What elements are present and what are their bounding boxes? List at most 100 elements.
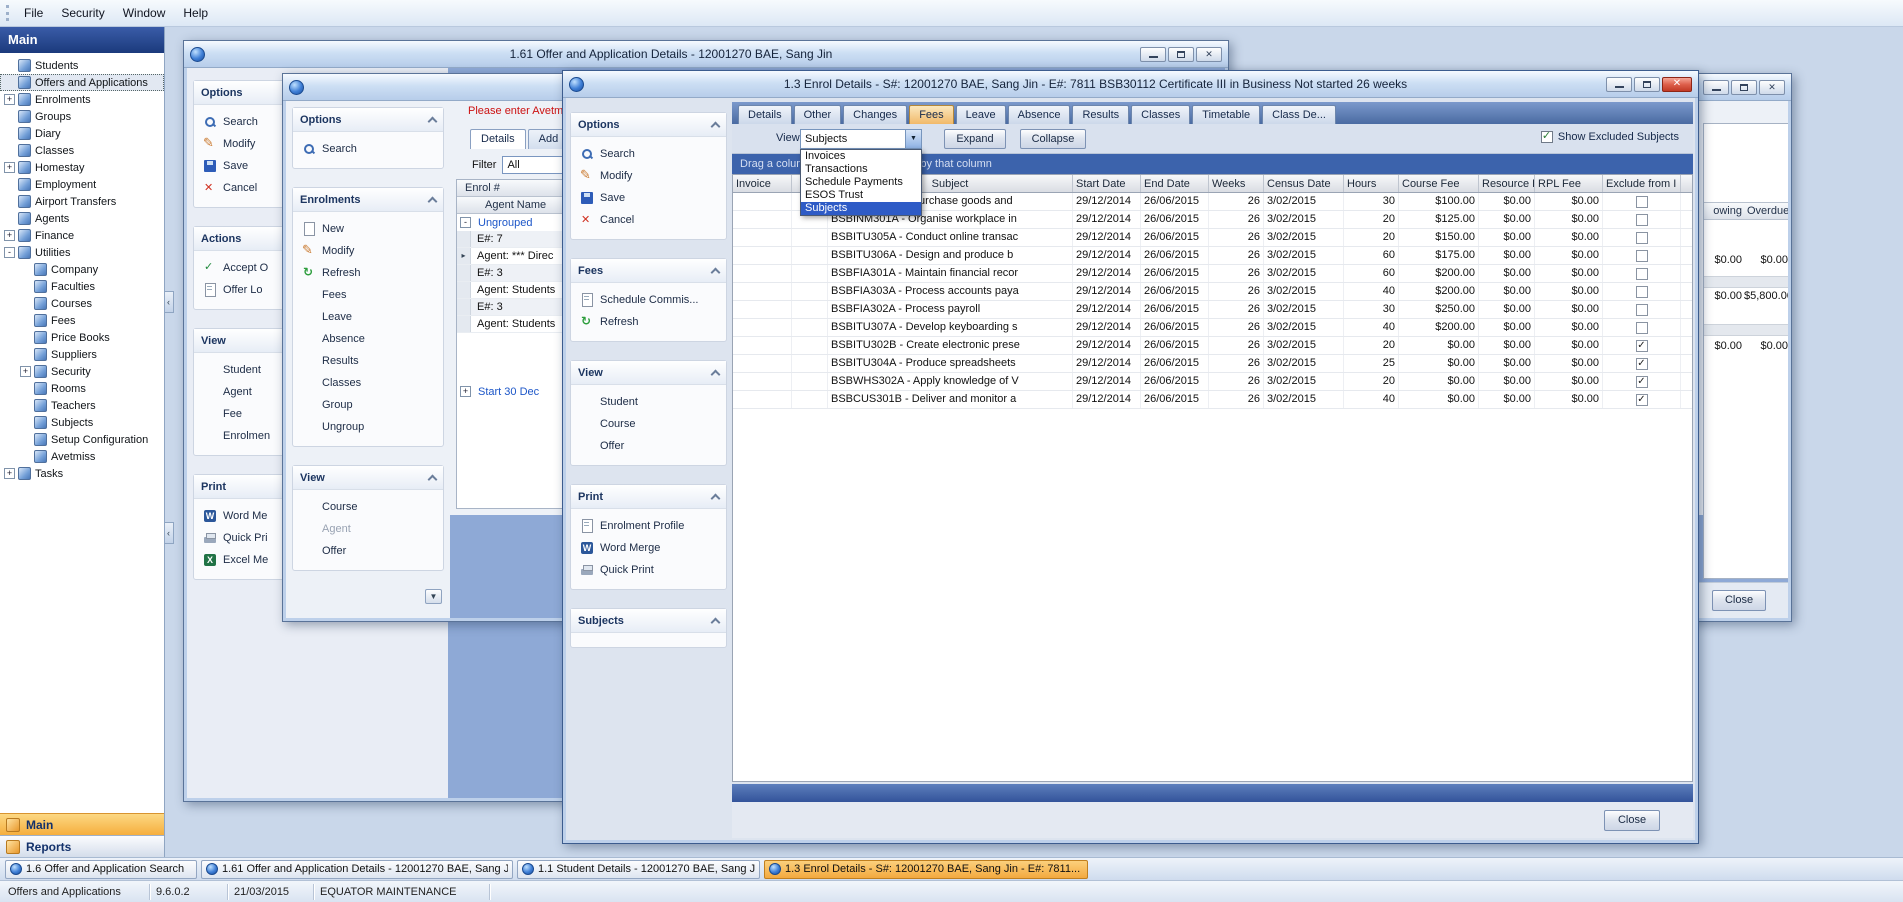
pane-item-leave[interactable]: Leave bbox=[293, 306, 443, 328]
tab-classes[interactable]: Classes bbox=[1131, 105, 1190, 124]
expand-toggle-icon[interactable]: + bbox=[20, 366, 31, 377]
title-bar[interactable]: 1.3 Enrol Details - S#: 12001270 BAE, Sa… bbox=[563, 71, 1698, 98]
minimize-button[interactable] bbox=[1606, 77, 1632, 92]
pane-item-refresh[interactable]: Refresh bbox=[571, 311, 726, 333]
sidebar-item-enrolments[interactable]: +Enrolments bbox=[0, 91, 164, 108]
pane-group-header-subjects[interactable]: Subjects bbox=[571, 609, 726, 633]
column-header-census-date[interactable]: Census Date bbox=[1264, 175, 1344, 192]
expand-toggle-icon[interactable]: + bbox=[4, 162, 15, 173]
sidebar-item-fees[interactable]: Fees bbox=[0, 312, 164, 329]
tab-fees[interactable]: Fees bbox=[909, 105, 953, 124]
expand-toggle-icon[interactable]: - bbox=[4, 247, 15, 258]
tab-timetable[interactable]: Timetable bbox=[1192, 105, 1260, 124]
subject-row[interactable]: BSBITU307A - Develop keyboarding s29/12/… bbox=[733, 319, 1692, 337]
sidebar-item-employment[interactable]: Employment bbox=[0, 176, 164, 193]
pane-group-header-print[interactable]: Print bbox=[571, 485, 726, 509]
sidebar-footer-main[interactable]: Main bbox=[0, 813, 164, 835]
dropdown-option-invoices[interactable]: Invoices bbox=[801, 150, 921, 163]
sidebar-item-offers-and-applications[interactable]: Offers and Applications bbox=[0, 74, 164, 91]
tab-other[interactable]: Other bbox=[794, 105, 842, 124]
sidebar-item-groups[interactable]: Groups bbox=[0, 108, 164, 125]
sidebar-item-security[interactable]: +Security bbox=[0, 363, 164, 380]
exclude-checkbox[interactable] bbox=[1636, 232, 1648, 244]
pane-item-modify[interactable]: Modify bbox=[293, 240, 443, 262]
tab-details[interactable]: Details bbox=[470, 129, 526, 149]
tab-details[interactable]: Details bbox=[738, 105, 792, 124]
pane-item-new[interactable]: New bbox=[293, 218, 443, 240]
expand-toggle-icon[interactable]: + bbox=[460, 386, 471, 397]
pane-group-header-view[interactable]: View bbox=[571, 361, 726, 385]
tab-absence[interactable]: Absence bbox=[1008, 105, 1071, 124]
subject-row[interactable]: BSBITU302B - Create electronic prese29/1… bbox=[733, 337, 1692, 355]
sidebar-item-classes[interactable]: Classes bbox=[0, 142, 164, 159]
menu-help[interactable]: Help bbox=[174, 2, 217, 24]
taskbar-button-2[interactable]: 1.61 Offer and Application Details - 120… bbox=[201, 860, 513, 879]
collapse-button[interactable]: Collapse bbox=[1020, 129, 1086, 149]
sidebar-item-airport-transfers[interactable]: Airport Transfers bbox=[0, 193, 164, 210]
menu-window[interactable]: Window bbox=[114, 2, 175, 24]
subject-row[interactable]: BSBCUS301B - Deliver and monitor a29/12/… bbox=[733, 391, 1692, 409]
taskbar-button-1[interactable]: 1.6 Offer and Application Search bbox=[5, 860, 197, 879]
column-header-start-date[interactable]: Start Date bbox=[1073, 175, 1141, 192]
exclude-checkbox[interactable]: ✓ bbox=[1636, 394, 1648, 406]
maximize-button[interactable] bbox=[1731, 80, 1757, 95]
pane-group-header-enrolments[interactable]: Enrolments bbox=[293, 188, 443, 212]
close-button[interactable]: Close bbox=[1604, 810, 1660, 831]
taskbar-button-4[interactable]: 1.3 Enrol Details - S#: 12001270 BAE, Sa… bbox=[764, 860, 1088, 879]
pane-group-header-options[interactable]: Options bbox=[293, 108, 443, 132]
pane-item-classes[interactable]: Classes bbox=[293, 372, 443, 394]
minimize-button[interactable] bbox=[1703, 80, 1729, 95]
pane-item-save[interactable]: Save bbox=[571, 187, 726, 209]
subject-row[interactable]: BSBFIA303A - Process accounts paya29/12/… bbox=[733, 283, 1692, 301]
sidebar-item-diary[interactable]: Diary bbox=[0, 125, 164, 142]
menu-file[interactable]: File bbox=[15, 2, 52, 24]
column-header-invoice[interactable]: Invoice bbox=[733, 175, 792, 192]
dropdown-option-subjects[interactable]: Subjects bbox=[801, 202, 921, 215]
sidebar-item-utilities[interactable]: -Utilities bbox=[0, 244, 164, 261]
column-header-resource-fe[interactable]: Resource Fe bbox=[1479, 175, 1535, 192]
pane-item-group[interactable]: Group bbox=[293, 394, 443, 416]
exclude-checkbox[interactable] bbox=[1636, 304, 1648, 316]
close-button[interactable]: Close bbox=[1712, 590, 1766, 611]
subject-row[interactable]: BSBWHS302A - Apply knowledge of V29/12/2… bbox=[733, 373, 1692, 391]
sidebar-item-teachers[interactable]: Teachers bbox=[0, 397, 164, 414]
taskbar-button-3[interactable]: 1.1 Student Details - 12001270 BAE, Sang… bbox=[517, 860, 760, 879]
subject-row[interactable]: BSBITU304A - Produce spreadsheets29/12/2… bbox=[733, 355, 1692, 373]
pane-item-search[interactable]: Search bbox=[293, 138, 443, 160]
sidebar-item-suppliers[interactable]: Suppliers bbox=[0, 346, 164, 363]
pane-item-offer[interactable]: Offer bbox=[293, 540, 443, 562]
sidebar-item-setup-configuration[interactable]: Setup Configuration bbox=[0, 431, 164, 448]
pane-item-word-merge[interactable]: Word Merge bbox=[571, 537, 726, 559]
exclude-checkbox[interactable] bbox=[1636, 268, 1648, 280]
tab-leave[interactable]: Leave bbox=[956, 105, 1006, 124]
sidebar-item-finance[interactable]: +Finance bbox=[0, 227, 164, 244]
column-header-weeks[interactable]: Weeks bbox=[1209, 175, 1264, 192]
minimize-button[interactable] bbox=[1140, 47, 1166, 62]
pane-item-quick-print[interactable]: Quick Print bbox=[571, 559, 726, 581]
checkbox[interactable] bbox=[1541, 131, 1553, 143]
subject-row[interactable]: BSBITU306A - Design and produce b29/12/2… bbox=[733, 247, 1692, 265]
scroll-down-icon[interactable]: ▼ bbox=[425, 589, 442, 604]
sidebar-item-price-books[interactable]: Price Books bbox=[0, 329, 164, 346]
column-header-end-date[interactable]: End Date bbox=[1141, 175, 1209, 192]
exclude-checkbox[interactable] bbox=[1636, 250, 1648, 262]
exclude-checkbox[interactable]: ✓ bbox=[1636, 376, 1648, 388]
sidebar-item-faculties[interactable]: Faculties bbox=[0, 278, 164, 295]
tab-class-de[interactable]: Class De... bbox=[1262, 105, 1336, 124]
expand-button[interactable]: Expand bbox=[944, 129, 1006, 149]
column-header-exclude-from-i[interactable]: Exclude from I bbox=[1603, 175, 1681, 192]
pane-item-offer[interactable]: Offer bbox=[571, 435, 726, 457]
exclude-checkbox[interactable]: ✓ bbox=[1636, 358, 1648, 370]
menu-security[interactable]: Security bbox=[52, 2, 113, 24]
pane-item-cancel[interactable]: Cancel bbox=[571, 209, 726, 231]
subject-row[interactable]: BSBFIA302A - Process payroll29/12/201426… bbox=[733, 301, 1692, 319]
expand-toggle-icon[interactable]: + bbox=[4, 468, 15, 479]
pane-group-header-view[interactable]: View bbox=[293, 466, 443, 490]
sidebar-item-avetmiss[interactable]: Avetmiss bbox=[0, 448, 164, 465]
collapse-toggle-icon[interactable]: - bbox=[460, 217, 471, 228]
tab-changes[interactable]: Changes bbox=[843, 105, 907, 124]
dropdown-option-transactions[interactable]: Transactions bbox=[801, 163, 921, 176]
pane-group-header-fees[interactable]: Fees bbox=[571, 259, 726, 283]
subject-row[interactable]: BSBFIA301A - Maintain financial recor29/… bbox=[733, 265, 1692, 283]
exclude-checkbox[interactable] bbox=[1636, 322, 1648, 334]
